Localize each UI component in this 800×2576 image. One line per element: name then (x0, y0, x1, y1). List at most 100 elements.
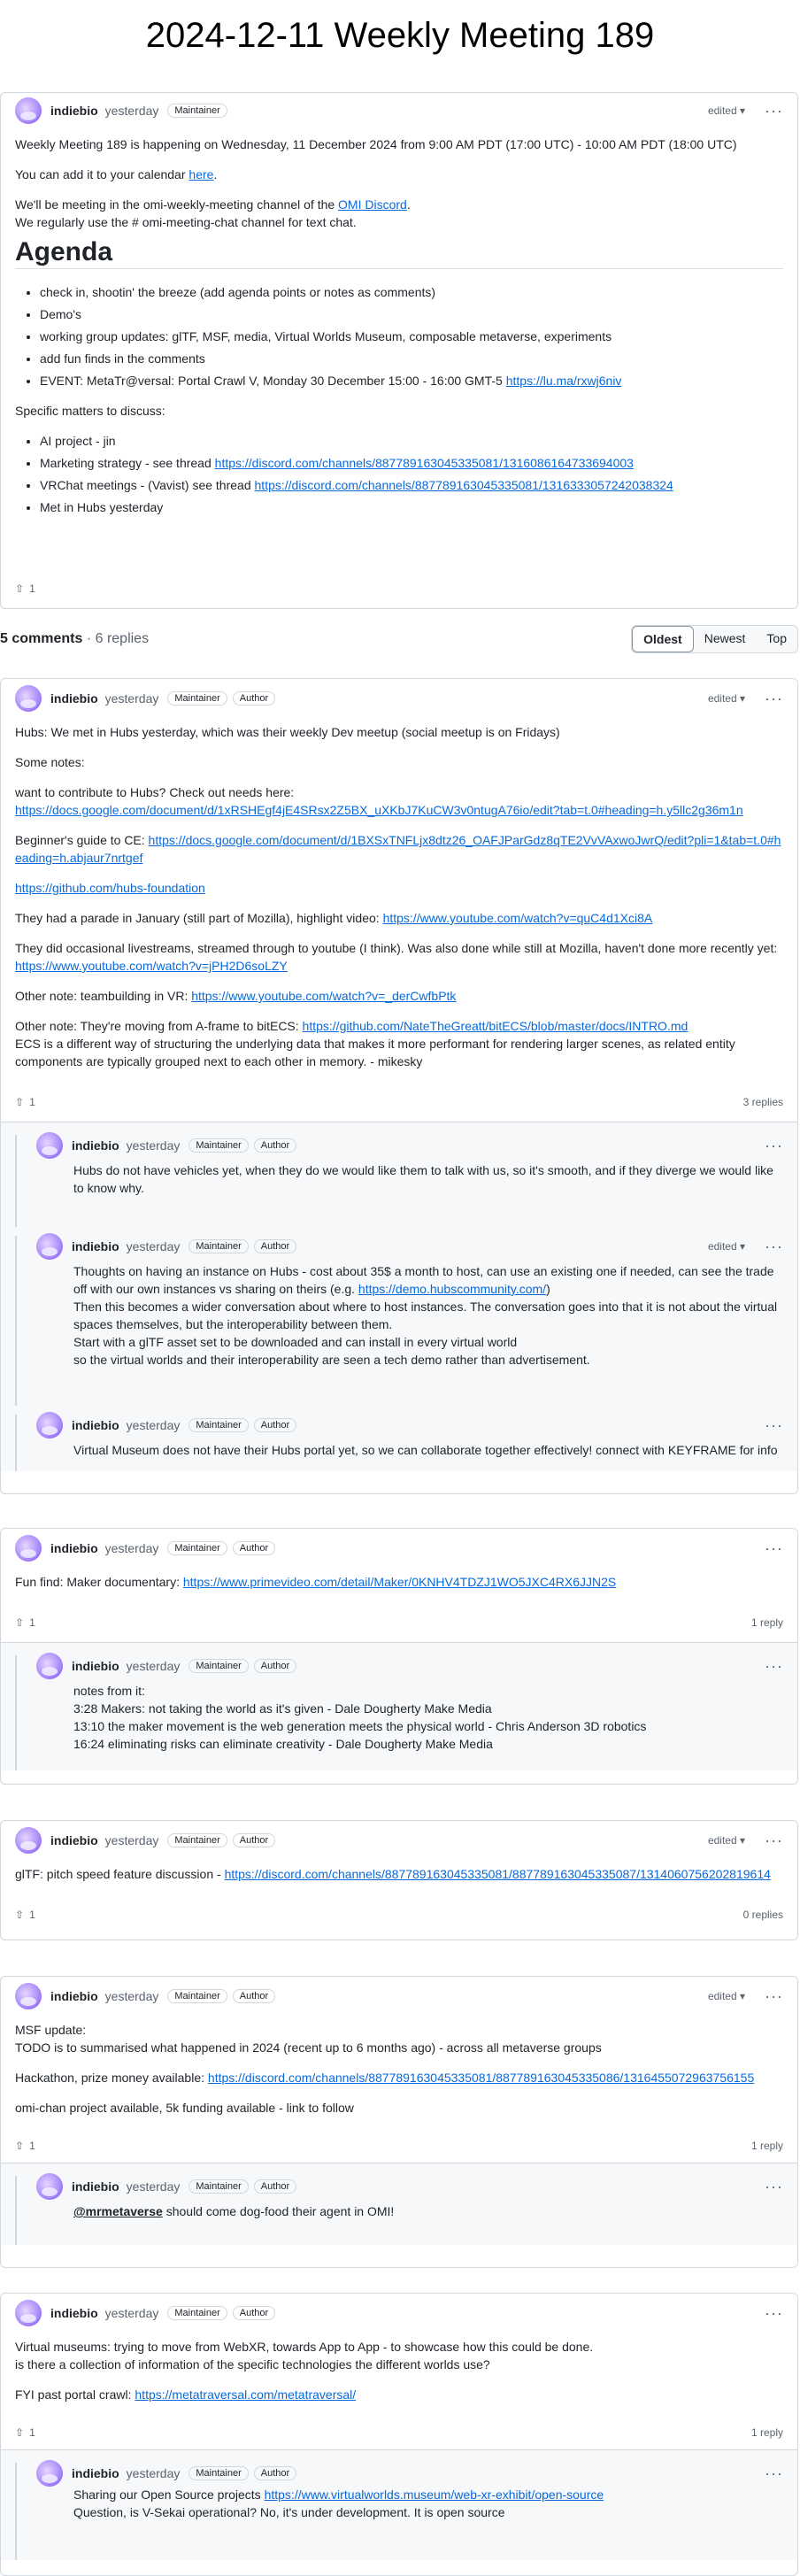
more-options-icon[interactable]: ··· (765, 2178, 783, 2196)
timestamp[interactable]: yesterday (127, 1138, 181, 1153)
tab-newest[interactable]: Newest (694, 626, 757, 652)
author-name[interactable]: indiebio (72, 1239, 119, 1253)
timestamp[interactable]: yesterday (105, 1989, 159, 2003)
replies-count[interactable]: 0 replies (743, 1909, 783, 1921)
avatar[interactable] (36, 2460, 63, 2487)
author-name[interactable]: indiebio (50, 2306, 98, 2320)
upvote-icon[interactable]: ⇧ (15, 1909, 24, 1921)
hubs-foundation-link[interactable]: https://github.com/hubs-foundation (15, 881, 205, 895)
upvote-count[interactable]: 1 (29, 1616, 35, 1629)
edited-dropdown[interactable]: edited (708, 1834, 745, 1847)
timestamp[interactable]: yesterday (127, 1239, 181, 1253)
portal-crawl-link[interactable]: https://metatraversal.com/metatraversal/ (135, 2387, 356, 2402)
bitecs-link[interactable]: https://github.com/NateTheGreatt/bitECS/… (303, 1019, 688, 1033)
timestamp[interactable]: yesterday (105, 1541, 159, 1555)
author-name[interactable]: indiebio (72, 1138, 119, 1153)
replies-count[interactable]: 1 reply (751, 2426, 783, 2439)
more-options-icon[interactable]: ··· (765, 2304, 783, 2323)
avatar[interactable] (36, 1132, 63, 1159)
more-options-icon[interactable]: ··· (765, 102, 783, 120)
author-name[interactable]: indiebio (50, 1541, 98, 1555)
avatar[interactable] (15, 685, 42, 712)
avatar[interactable] (15, 1983, 42, 2009)
comment-count: 5 comments (0, 631, 83, 646)
upvote-count[interactable]: 1 (29, 1096, 35, 1108)
more-options-icon[interactable]: ··· (765, 1137, 783, 1155)
calendar-link[interactable]: here (188, 167, 213, 181)
author-name[interactable]: indiebio (72, 2466, 119, 2480)
upvote-icon[interactable]: ⇧ (15, 2140, 24, 2152)
author-name[interactable]: indiebio (50, 1989, 98, 2003)
timestamp[interactable]: yesterday (127, 2466, 181, 2480)
event-link[interactable]: https://lu.ma/rxwj6niv (506, 374, 622, 388)
avatar[interactable] (15, 1535, 42, 1562)
avatar[interactable] (36, 1653, 63, 1679)
calendar-text-end: . (213, 167, 218, 181)
timestamp[interactable]: yesterday (127, 1659, 181, 1673)
livestream-link[interactable]: https://www.youtube.com/watch?v=jPH2D6so… (15, 959, 288, 973)
more-options-icon[interactable]: ··· (765, 1416, 783, 1435)
timestamp[interactable]: yesterday (127, 2179, 181, 2194)
upvote-icon[interactable]: ⇧ (15, 1096, 24, 1108)
more-options-icon[interactable]: ··· (765, 690, 783, 708)
more-options-icon[interactable]: ··· (765, 1238, 783, 1256)
more-options-icon[interactable]: ··· (765, 1539, 783, 1558)
timestamp[interactable]: yesterday (105, 691, 159, 706)
comment-text: Fun find: Maker documentary: (15, 1575, 183, 1589)
avatar[interactable] (36, 1233, 63, 1260)
upvote-count[interactable]: 1 (29, 582, 35, 595)
replies-count[interactable]: 3 replies (743, 1096, 783, 1108)
marketing-thread-link[interactable]: https://discord.com/channels/88778916304… (215, 456, 634, 470)
tab-top[interactable]: Top (756, 626, 797, 652)
comment-text: Beginner's guide to CE: (15, 833, 149, 847)
avatar[interactable] (36, 1412, 63, 1438)
comment-header: indiebio yesterday Maintainer Author ··· (1, 2300, 797, 2326)
author-name[interactable]: indiebio (72, 1418, 119, 1432)
upvote-count[interactable]: 1 (29, 2426, 35, 2439)
discord-link[interactable]: OMI Discord (338, 197, 407, 212)
avatar[interactable] (36, 2173, 63, 2200)
more-options-icon[interactable]: ··· (765, 1832, 783, 1850)
reply-text: 13:10 the maker movement is the web gene… (73, 1719, 647, 1733)
maker-documentary-link[interactable]: https://www.primevideo.com/detail/Maker/… (183, 1575, 616, 1589)
author-name[interactable]: indiebio (50, 691, 98, 706)
teambuilding-link[interactable]: https://www.youtube.com/watch?v=_derCwfb… (191, 989, 456, 1003)
more-options-icon[interactable]: ··· (765, 2464, 783, 2483)
replies-count[interactable]: 1 reply (751, 1616, 783, 1629)
author-name[interactable]: indiebio (72, 1659, 119, 1673)
upvote-icon[interactable]: ⇧ (15, 582, 24, 595)
edited-dropdown[interactable]: edited (708, 1240, 745, 1253)
comment-text: Some notes: (15, 755, 85, 769)
avatar[interactable] (15, 97, 42, 124)
upvote-icon[interactable]: ⇧ (15, 1616, 24, 1629)
timestamp[interactable]: yesterday (105, 2306, 159, 2320)
upvote-count[interactable]: 1 (29, 1909, 35, 1921)
avatar[interactable] (15, 1827, 42, 1854)
edited-dropdown[interactable]: edited (708, 1990, 745, 2002)
parade-video-link[interactable]: https://www.youtube.com/watch?v=quC4d1Xc… (383, 911, 653, 925)
edited-dropdown[interactable]: edited (708, 104, 745, 117)
timestamp[interactable]: yesterday (127, 1418, 181, 1432)
discord-text: We'll be meeting in the omi-weekly-meeti… (15, 197, 339, 212)
upvote-icon[interactable]: ⇧ (15, 2426, 24, 2439)
open-source-link[interactable]: https://www.virtualworlds.museum/web-xr-… (265, 2487, 604, 2502)
gltf-discussion-link[interactable]: https://discord.com/channels/88778916304… (225, 1867, 771, 1881)
upvote-count[interactable]: 1 (29, 2140, 35, 2152)
hackathon-link[interactable]: https://discord.com/channels/88778916304… (208, 2071, 754, 2085)
author-name[interactable]: indiebio (50, 104, 98, 118)
edited-dropdown[interactable]: edited (708, 692, 745, 705)
user-mention[interactable]: @mrmetaverse (73, 2204, 163, 2218)
author-name[interactable]: indiebio (72, 2179, 119, 2194)
hubs-needs-link[interactable]: https://docs.google.com/document/d/1xRSH… (15, 803, 743, 817)
timestamp[interactable]: yesterday (105, 104, 159, 118)
more-options-icon[interactable]: ··· (765, 1657, 783, 1676)
vrchat-thread-link[interactable]: https://discord.com/channels/88778916304… (255, 478, 673, 492)
replies-count[interactable]: 1 reply (751, 2140, 783, 2152)
comment-text: Other note: They're moving from A-frame … (15, 1019, 303, 1033)
author-name[interactable]: indiebio (50, 1833, 98, 1847)
more-options-icon[interactable]: ··· (765, 1987, 783, 2006)
hubs-demo-link[interactable]: https://demo.hubscommunity.com/ (358, 1282, 546, 1296)
avatar[interactable] (15, 2300, 42, 2326)
tab-oldest[interactable]: Oldest (632, 626, 694, 652)
timestamp[interactable]: yesterday (105, 1833, 159, 1847)
